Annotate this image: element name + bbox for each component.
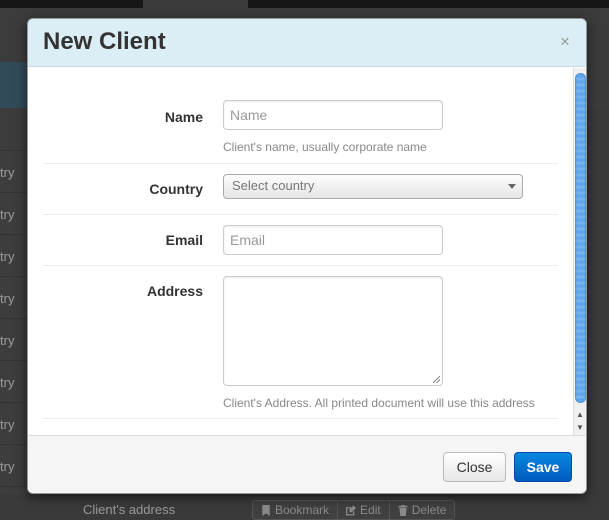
background-table-header — [0, 62, 28, 108]
modal-scrollbar[interactable]: ▲ ▼ — [573, 68, 586, 435]
background-row-text: try — [0, 291, 15, 306]
background-address-text: Client's address — [83, 502, 176, 517]
background-table-row: try — [0, 402, 28, 444]
close-icon[interactable]: × — [560, 33, 570, 50]
modal-title: New Client — [43, 28, 166, 55]
close-button[interactable]: Close — [443, 452, 506, 482]
background-row-text: try — [0, 249, 15, 264]
background-top-bar — [0, 0, 609, 8]
address-help-text: Client's Address. All printed document w… — [223, 396, 535, 410]
bookmark-button: Bookmark — [253, 501, 339, 519]
bookmark-icon — [262, 504, 270, 516]
background-table-row: try — [0, 444, 28, 486]
country-label: Country — [149, 181, 203, 197]
background-row-text: try — [0, 459, 15, 474]
background-row-text: try — [0, 165, 15, 180]
scroll-up-arrow-icon[interactable]: ▲ — [574, 408, 586, 421]
edit-icon — [346, 505, 357, 515]
country-select-value: Select country — [232, 178, 315, 193]
email-label: Email — [165, 232, 203, 248]
email-form-row: Email — [43, 215, 558, 266]
chevron-down-icon — [508, 184, 516, 189]
name-label: Name — [164, 109, 203, 125]
email-input[interactable] — [223, 225, 443, 255]
save-button[interactable]: Save — [514, 452, 572, 482]
country-form-row: Country Select country — [43, 164, 558, 215]
background-row-text: try — [0, 417, 15, 432]
background-table-row: try — [0, 150, 28, 192]
edit-label: Edit — [360, 503, 381, 517]
name-form-row: Name Client's name, usually corporate na… — [43, 68, 558, 164]
bookmark-label: Bookmark — [275, 503, 330, 517]
background-row-text: try — [0, 207, 15, 222]
new-client-modal: New Client × Name Client's name, usually… — [27, 18, 587, 494]
background-table-row: try — [0, 276, 28, 318]
modal-body: Name Client's name, usually corporate na… — [28, 68, 586, 435]
resize-handle-icon[interactable] — [433, 376, 440, 383]
delete-button: Delete — [390, 501, 455, 519]
background-table-row: try — [0, 360, 28, 402]
modal-footer: Close Save — [28, 435, 586, 493]
name-input[interactable] — [223, 100, 443, 130]
country-select[interactable]: Select country — [223, 174, 523, 199]
delete-label: Delete — [411, 503, 447, 517]
background-table-row: try — [0, 192, 28, 234]
background-row-text: try — [0, 375, 15, 390]
address-form-row: Address Client's Address. All printed do… — [43, 266, 558, 419]
scroll-down-arrow-icon[interactable]: ▼ — [574, 421, 586, 434]
scrollbar-thumb[interactable] — [575, 73, 586, 403]
modal-header: New Client × — [28, 19, 586, 67]
address-textarea[interactable] — [223, 276, 443, 386]
address-label: Address — [146, 283, 203, 299]
background-right-column — [587, 110, 609, 520]
background-row-actions: Bookmark Edit Delete — [252, 500, 456, 520]
name-help-text: Client's name, usually corporate name — [223, 140, 427, 154]
background-table-row: try — [0, 234, 28, 276]
background-table-row: try — [0, 318, 28, 360]
trash-icon — [398, 504, 408, 516]
edit-button: Edit — [338, 501, 390, 519]
background-row-text: try — [0, 333, 15, 348]
